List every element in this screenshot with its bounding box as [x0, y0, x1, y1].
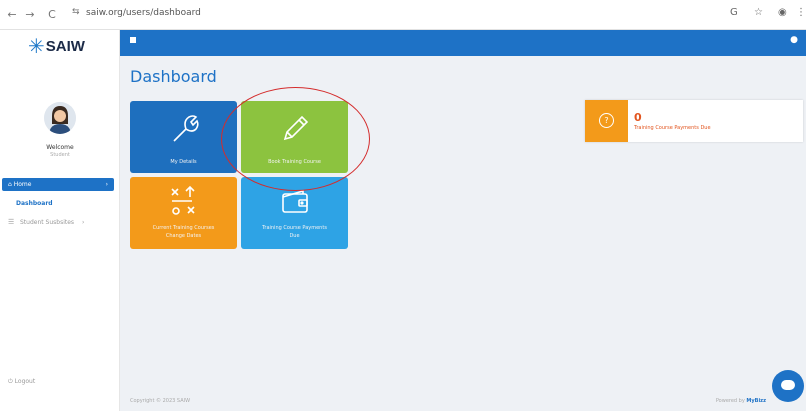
menu-kebab-icon[interactable]: ⋮ [796, 7, 806, 18]
wallet-icon [241, 185, 348, 225]
stat-label: Training Course Payments Due [634, 125, 711, 131]
logout-label: Logout [14, 378, 36, 385]
user-role-text: Student [50, 152, 70, 158]
user-icon[interactable]: ● [790, 35, 798, 45]
translate-icon[interactable]: G [730, 7, 738, 18]
tile-label-line-1: Training Course Payments [262, 225, 327, 231]
footer-powered-by: Powered by MyBizz [716, 398, 766, 404]
top-header-bar: ● [120, 30, 806, 56]
forward-arrow-icon[interactable]: → [22, 7, 38, 23]
tile-label-line-2: Due [289, 233, 300, 239]
sidebar-item-label: Student Susbsites [20, 219, 75, 226]
address-bar[interactable]: saiw.org/users/dashboard [86, 8, 201, 18]
footer-copyright: Copyright © 2023 SAIW [130, 398, 191, 404]
question-icon: ? [599, 113, 614, 128]
sidebar-item-home[interactable]: ⌂ Home › [2, 178, 114, 191]
tile-change-dates[interactable]: Current Training Courses Change Dates [130, 177, 237, 249]
powered-by-text: Powered by [715, 398, 745, 404]
avatar [44, 102, 76, 134]
reload-icon[interactable]: C [44, 7, 60, 23]
bookmark-star-icon[interactable]: ☆ [754, 7, 763, 18]
logo[interactable]: ✳ SAIW [28, 36, 85, 56]
sidebar-item-label: Home [13, 181, 32, 188]
home-icon: ⌂ [8, 181, 12, 188]
tile-label: My Details [170, 159, 197, 165]
browser-toolbar: ← → C ⇆ saiw.org/users/dashboard G ☆ ◉ ⋮ [0, 0, 806, 30]
site-info-icon[interactable]: ⇆ [72, 7, 80, 17]
stat-value: 0 [634, 111, 642, 124]
chat-bubble-icon [781, 380, 795, 390]
payments-due-stat-card[interactable]: ? 0 Training Course Payments Due [585, 100, 803, 142]
stat-icon-box: ? [585, 100, 628, 142]
tile-label-line-1: Current Training Courses [152, 225, 215, 231]
page-title: Dashboard [130, 67, 217, 86]
menu-toggle-icon[interactable] [130, 37, 136, 43]
sidebar-item-student-susbsites[interactable]: Student Susbsites › [20, 219, 84, 226]
chevron-right-icon: › [81, 219, 85, 226]
sidebar: ✳ SAIW Welcome Student ⌂ Home › Dashboar… [0, 30, 120, 411]
swap-arrows-icon [130, 183, 237, 223]
annotation-circle [221, 87, 370, 191]
welcome-text: Welcome [46, 144, 74, 151]
profile-icon[interactable]: ◉ [778, 7, 787, 18]
sidebar-item-dashboard[interactable]: Dashboard [16, 200, 53, 207]
logo-star-icon: ✳ [28, 34, 45, 58]
logout-icon: ⏻ [8, 378, 13, 385]
powered-by-brand[interactable]: MyBizz [746, 398, 766, 404]
tile-label-line-2: Change Dates [165, 233, 202, 239]
chat-button[interactable] [772, 370, 804, 402]
logo-text: SAIW [45, 37, 85, 55]
back-arrow-icon[interactable]: ← [4, 7, 20, 23]
chevron-right-icon: › [105, 181, 108, 188]
logout-link[interactable]: ⏻ Logout [8, 378, 35, 386]
list-icon: ☰ [8, 218, 15, 226]
